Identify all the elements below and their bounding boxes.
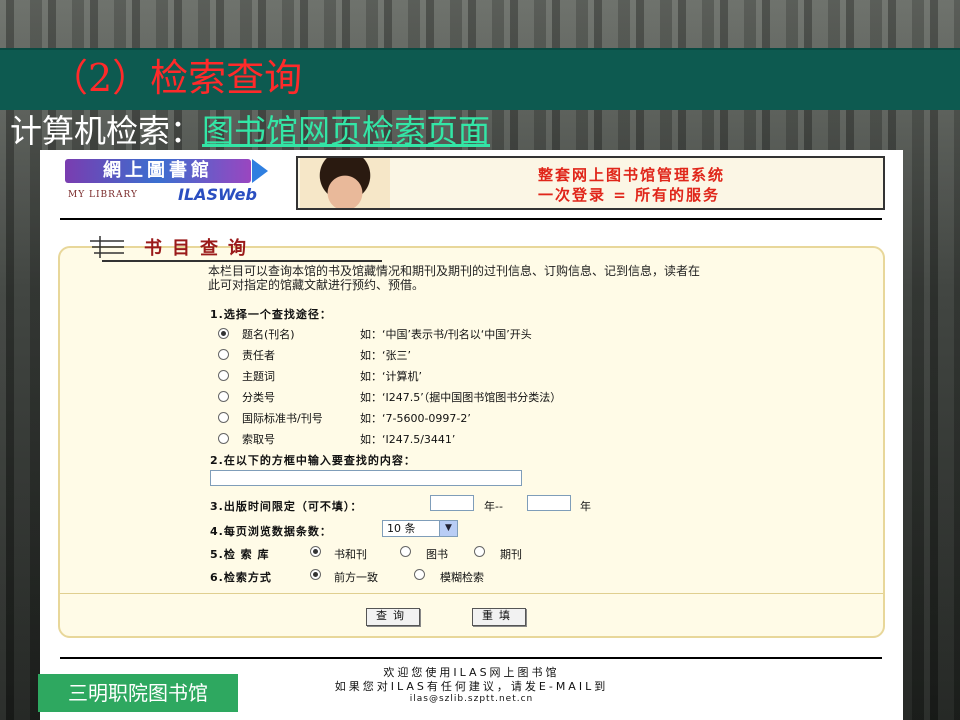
banner-line-1: 整套网上图书馆管理系统: [538, 166, 726, 184]
option-label: 索取号: [242, 433, 275, 446]
section-title: 书目查询: [144, 238, 256, 259]
step6-label: 6.检索方式: [210, 571, 272, 584]
slide-title: （2）检索查询: [50, 56, 303, 100]
logo-chinese-text: 網上圖書館: [65, 159, 251, 183]
logo-ilasweb-text: ILASWeb: [178, 185, 257, 204]
option-example: 如：‘计算机’: [360, 370, 422, 383]
header-banner: 整套网上图书馆管理系统 一次登录 = 所有的服务: [296, 156, 885, 210]
subtitle-prefix: 计算机检索：: [10, 112, 203, 150]
option-label: 责任者: [242, 349, 275, 362]
radio-author[interactable]: [218, 349, 229, 360]
slide-subtitle: 计算机检索：图书馆网页检索页面: [10, 106, 490, 152]
option-example: 如：‘7-5600-0997-2’: [360, 412, 471, 425]
year-separator: 年--: [484, 500, 503, 513]
radio-isbn[interactable]: [218, 412, 229, 423]
logo-arrow-icon: [252, 159, 268, 183]
year-end-input[interactable]: [527, 495, 571, 511]
option-example: 如：‘I247.5/3441’: [360, 433, 456, 446]
year-start-input[interactable]: [430, 495, 474, 511]
library-search-screenshot: 網上圖書館 MY LIBRARY ILASWeb 整套网上图书馆管理系统 一次登…: [40, 150, 903, 720]
radio-subject[interactable]: [218, 370, 229, 381]
radio-db-books[interactable]: [400, 546, 411, 557]
per-page-value: 10 条: [387, 522, 416, 535]
form-divider: [60, 593, 883, 594]
section-underline: [102, 260, 382, 262]
option-label: 分类号: [242, 391, 275, 404]
option-label: 题名(刊名): [242, 328, 295, 341]
year-end-label: 年: [580, 500, 591, 513]
db-option-label: 期刊: [500, 548, 522, 561]
site-header: 網上圖書館 MY LIBRARY ILASWeb 整套网上图书馆管理系统 一次登…: [60, 154, 885, 210]
chevron-down-icon[interactable]: ▼: [439, 521, 457, 536]
step5-label: 5.检 索 库: [210, 548, 270, 561]
intro-text: 本栏目可以查询本馆的书及馆藏情况和期刊及期刊的过刊信息、订购信息、记到信息，读者…: [208, 264, 701, 292]
option-label: 主题词: [242, 370, 275, 383]
logo-english-text: MY LIBRARY: [68, 190, 138, 200]
step3-label: 3.出版时间限定（可不填）：: [210, 500, 363, 513]
step1-label: 1.选择一个查找途径：: [210, 308, 332, 321]
radio-mode-prefix[interactable]: [310, 569, 321, 580]
reset-button[interactable]: 重填: [472, 608, 526, 626]
radio-mode-fuzzy[interactable]: [414, 569, 425, 580]
radio-call-number[interactable]: [218, 433, 229, 444]
radio-classification[interactable]: [218, 391, 229, 402]
step4-label: 4.每页浏览数据条数：: [210, 525, 332, 538]
option-example: 如：‘中国’表示书/刊名以‘中国’开头: [360, 328, 532, 341]
mode-option-label: 前方一致: [334, 571, 378, 584]
banner-line-2: 一次登录 = 所有的服务: [538, 186, 721, 204]
header-divider: [60, 218, 882, 220]
site-logo[interactable]: 網上圖書館 MY LIBRARY ILASWeb: [60, 156, 280, 206]
footer-divider: [60, 657, 882, 659]
book-list-icon: [90, 236, 124, 258]
step2-label: 2.在以下的方框中输入要查找的内容：: [210, 454, 416, 467]
option-label: 国际标准书/刊号: [242, 412, 323, 425]
subtitle-link[interactable]: 图书馆网页检索页面: [202, 112, 490, 150]
radio-title[interactable]: [218, 328, 229, 339]
db-option-label: 书和刊: [334, 548, 367, 561]
library-name-tag: 三明职院图书馆: [38, 674, 238, 712]
option-example: 如：‘张三’: [360, 349, 411, 362]
db-option-label: 图书: [426, 548, 448, 561]
search-input[interactable]: [210, 470, 522, 486]
per-page-select[interactable]: 10 条 ▼: [382, 520, 458, 537]
radio-db-all[interactable]: [310, 546, 321, 557]
option-example: 如：‘I247.5’（据中国图书馆图书分类法）: [360, 391, 562, 404]
mode-option-label: 模糊检索: [440, 571, 484, 584]
search-form: 本栏目可以查询本馆的书及馆藏情况和期刊及期刊的过刊信息、订购信息、记到信息，读者…: [58, 246, 885, 638]
smiling-person-image: [300, 158, 390, 208]
query-button[interactable]: 查询: [366, 608, 420, 626]
radio-db-periodicals[interactable]: [474, 546, 485, 557]
